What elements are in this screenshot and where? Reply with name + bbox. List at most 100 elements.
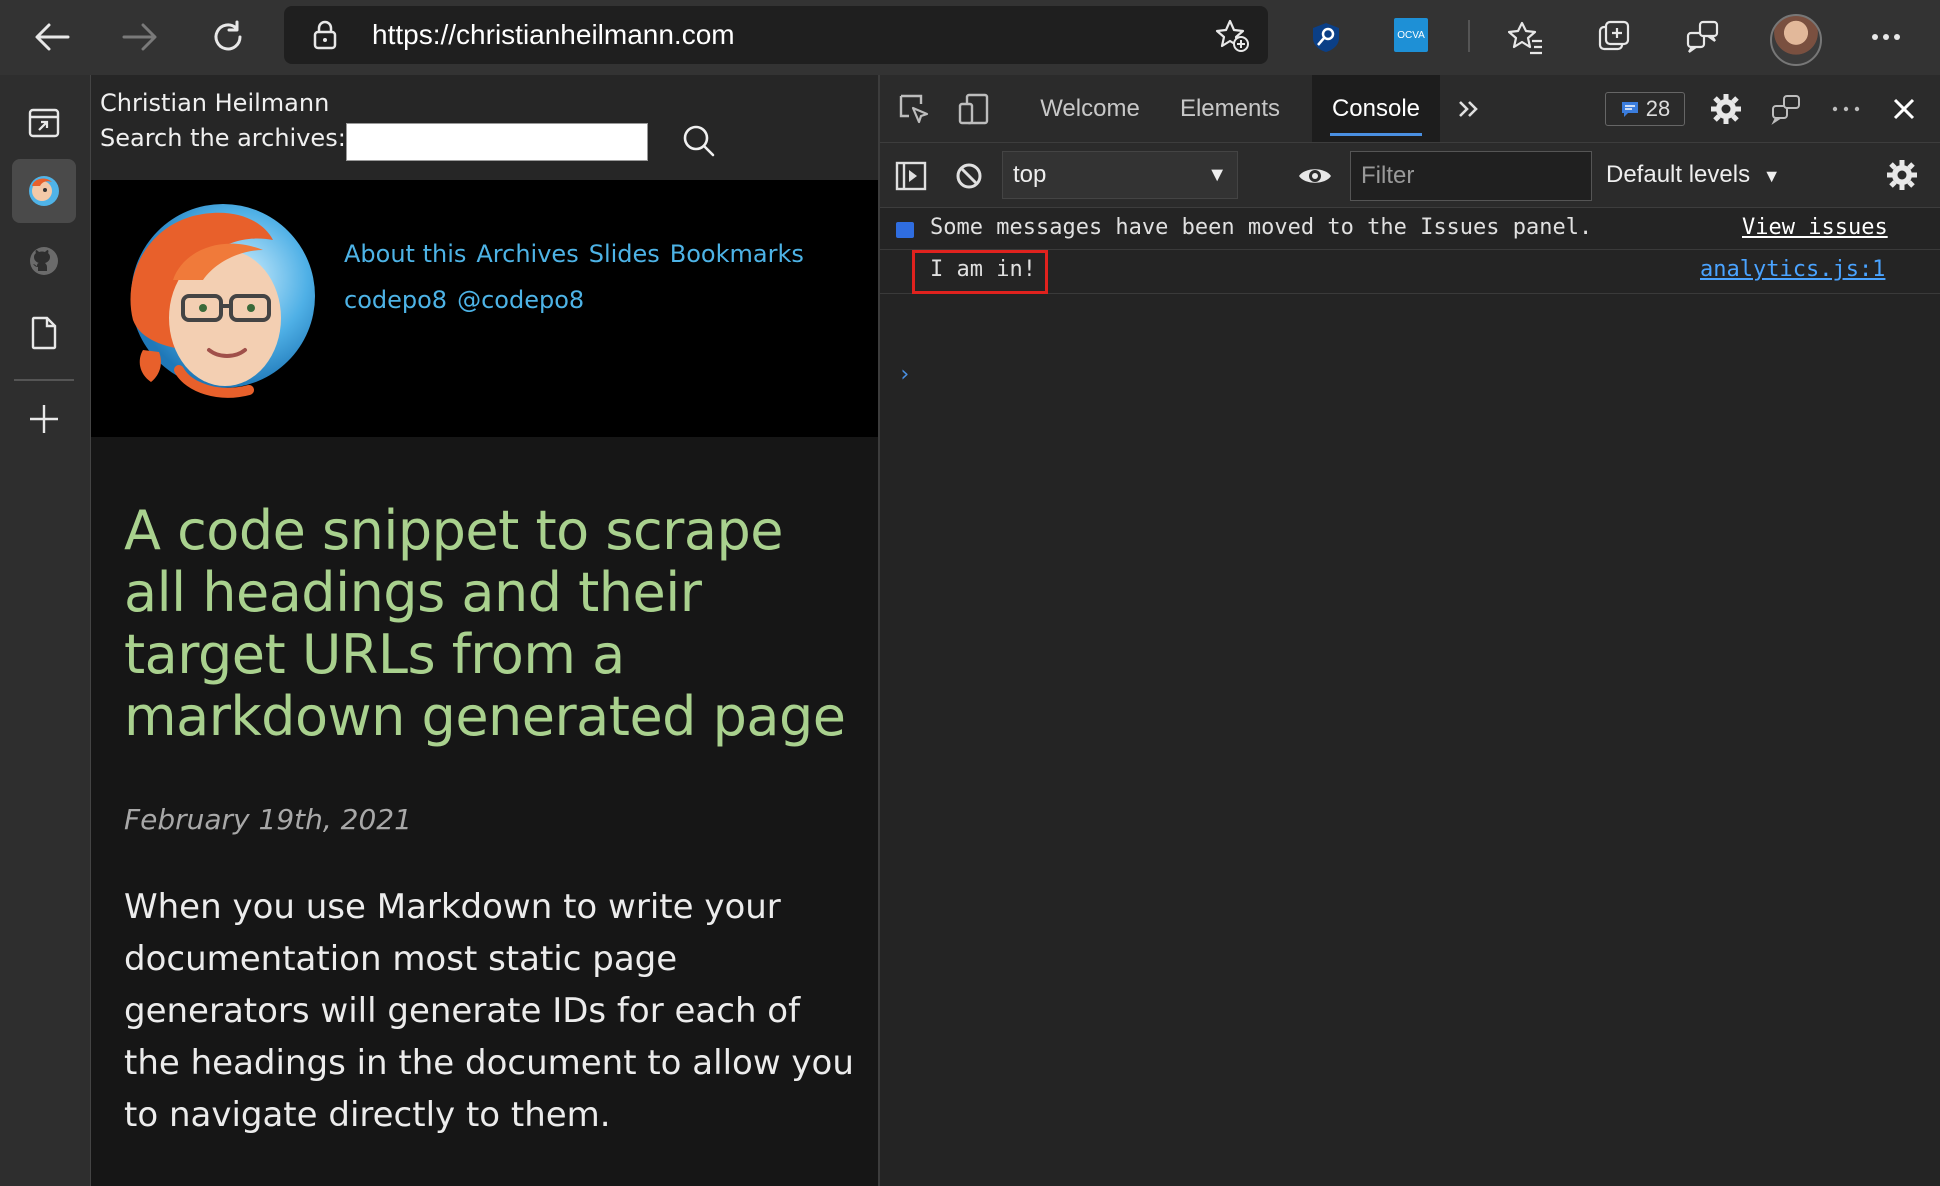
site-header: Christian Heilmann Search the archives: [91,75,878,180]
favorites-button[interactable] [1500,12,1552,62]
arrow-right-icon [122,23,157,51]
favorites-icon [1508,21,1542,55]
nav-link-slides[interactable]: Slides [589,240,660,268]
devtools-more-button[interactable] [1826,89,1866,129]
profile-avatar[interactable] [1770,14,1822,66]
tab-welcome[interactable]: Welcome [1022,75,1158,142]
social-link-codepo8[interactable]: codepo8 [344,286,447,314]
devtools-feedback-button[interactable] [1766,89,1806,129]
tab-elements[interactable]: Elements [1162,75,1298,142]
article-date: February 19th, 2021 [124,803,412,836]
site-name: Christian Heilmann [100,89,330,117]
console-filter-input[interactable]: Filter [1350,151,1592,201]
sidebar-toggle-icon [895,161,927,191]
sidebar-tab-christianheilmann[interactable] [12,159,76,223]
article-body: When you use Markdown to write your docu… [124,887,854,1135]
dropdown-caret-icon: ▼ [1207,164,1227,186]
more-tabs-button[interactable] [1450,93,1486,125]
console-settings-button[interactable] [1882,155,1922,195]
issues-counter-button[interactable]: 28 [1605,92,1685,126]
gear-icon [1887,160,1917,190]
address-bar[interactable]: https://christianheilmann.com [284,6,1268,64]
gear-icon [1711,94,1741,124]
clear-icon [956,163,982,189]
site-favicon-icon [29,176,59,206]
sidebar-tab-document[interactable] [12,301,76,365]
console-log-message: I am in! analytics.js:1 [880,250,1940,294]
document-icon [31,316,57,350]
arrow-left-icon [35,23,70,51]
social-links: codepo8 @codepo8 [344,286,594,314]
add-favorite-icon[interactable] [1214,18,1250,54]
view-issues-link[interactable]: View issues [1742,215,1888,240]
nav-link-bookmarks[interactable]: Bookmarks [670,240,804,268]
live-expression-button[interactable] [1294,157,1336,195]
double-chevron-right-icon [1459,101,1478,117]
filter-placeholder: Filter [1361,162,1415,189]
collections-icon [1598,20,1630,51]
site-hero: About this Archives Slides Bookmarks codepo… [91,180,878,437]
refresh-button[interactable] [200,12,256,62]
refresh-icon [214,20,242,51]
search-input[interactable] [346,123,648,161]
close-icon [1893,98,1915,120]
lock-icon[interactable] [312,20,338,50]
search-icon [683,125,715,157]
clear-console-button[interactable] [950,157,988,195]
info-message-text: Some messages have been moved to the Iss… [930,215,1593,240]
browser-toolbar: https://christianheilmann.com OCVA [0,0,1940,75]
log-levels-dropdown[interactable]: Default levels ▼ [1606,161,1781,189]
info-message-icon [896,222,914,238]
close-devtools-button[interactable] [1884,89,1924,129]
log-source-link[interactable]: analytics.js:1 [1700,257,1885,282]
console-prompt[interactable]: › [898,362,911,387]
tab-console-label: Console [1331,94,1421,122]
more-menu-button[interactable] [1860,12,1912,62]
tab-console[interactable]: Console [1312,75,1440,142]
devtools-settings-button[interactable] [1706,89,1746,129]
new-tab-button[interactable] [12,387,76,451]
devtools-tab-bar: Welcome Elements Console 28 [880,75,1940,143]
nav-link-about[interactable]: About this [344,240,466,268]
ocva-extension-icon[interactable]: OCVA [1394,18,1428,52]
issues-count: 28 [1645,96,1671,121]
url-host: christianheilmann.com [456,19,735,50]
nav-link-archives[interactable]: Archives [476,240,578,268]
author-avatar-image [113,200,323,410]
search-button[interactable] [677,119,721,163]
devtools-panel: Welcome Elements Console 28 top ▼ Filter… [878,75,1940,1186]
device-emulation-button[interactable] [954,89,994,129]
more-horizontal-icon [1872,34,1900,40]
toolbar-divider [1468,20,1470,52]
back-button[interactable] [24,12,80,62]
web-page-viewport: Christian Heilmann Search the archives: [91,75,878,1186]
console-toolbar: top ▼ Filter Default levels ▼ [880,143,1940,208]
social-link-twitter[interactable]: @codepo8 [457,286,584,314]
search-label: Search the archives: [100,124,346,152]
password-manager-extension-icon[interactable] [1300,12,1352,62]
more-horizontal-icon [1832,106,1860,112]
collections-button[interactable] [1588,12,1640,62]
sidebar-tab-github[interactable] [12,229,76,293]
context-value: top [1013,161,1047,188]
article-title[interactable]: A code snippet to scrape all headings an… [124,500,854,748]
url-text[interactable]: https://christianheilmann.com [372,19,735,51]
console-info-message: Some messages have been moved to the Iss… [880,208,1940,250]
log-message-text: I am in! [930,257,1036,282]
tab-actions-button[interactable] [12,91,76,155]
feedback-icon [1771,95,1800,125]
site-nav: About this Archives Slides Bookmarks [344,240,814,268]
levels-label: Default levels [1606,161,1751,188]
inspect-element-button[interactable] [894,89,934,129]
eye-icon [1299,169,1331,183]
plus-icon [30,405,58,433]
tab-actions-icon [28,108,60,138]
forward-button[interactable] [112,12,168,62]
inspect-icon [899,94,929,124]
sidebar-divider [14,379,74,381]
javascript-context-select[interactable]: top ▼ [1002,151,1238,199]
dropdown-caret-icon: ▼ [1762,166,1781,186]
toggle-sidebar-button[interactable] [892,157,930,195]
feedback-icon [1686,20,1719,53]
feedback-button[interactable] [1676,12,1728,62]
